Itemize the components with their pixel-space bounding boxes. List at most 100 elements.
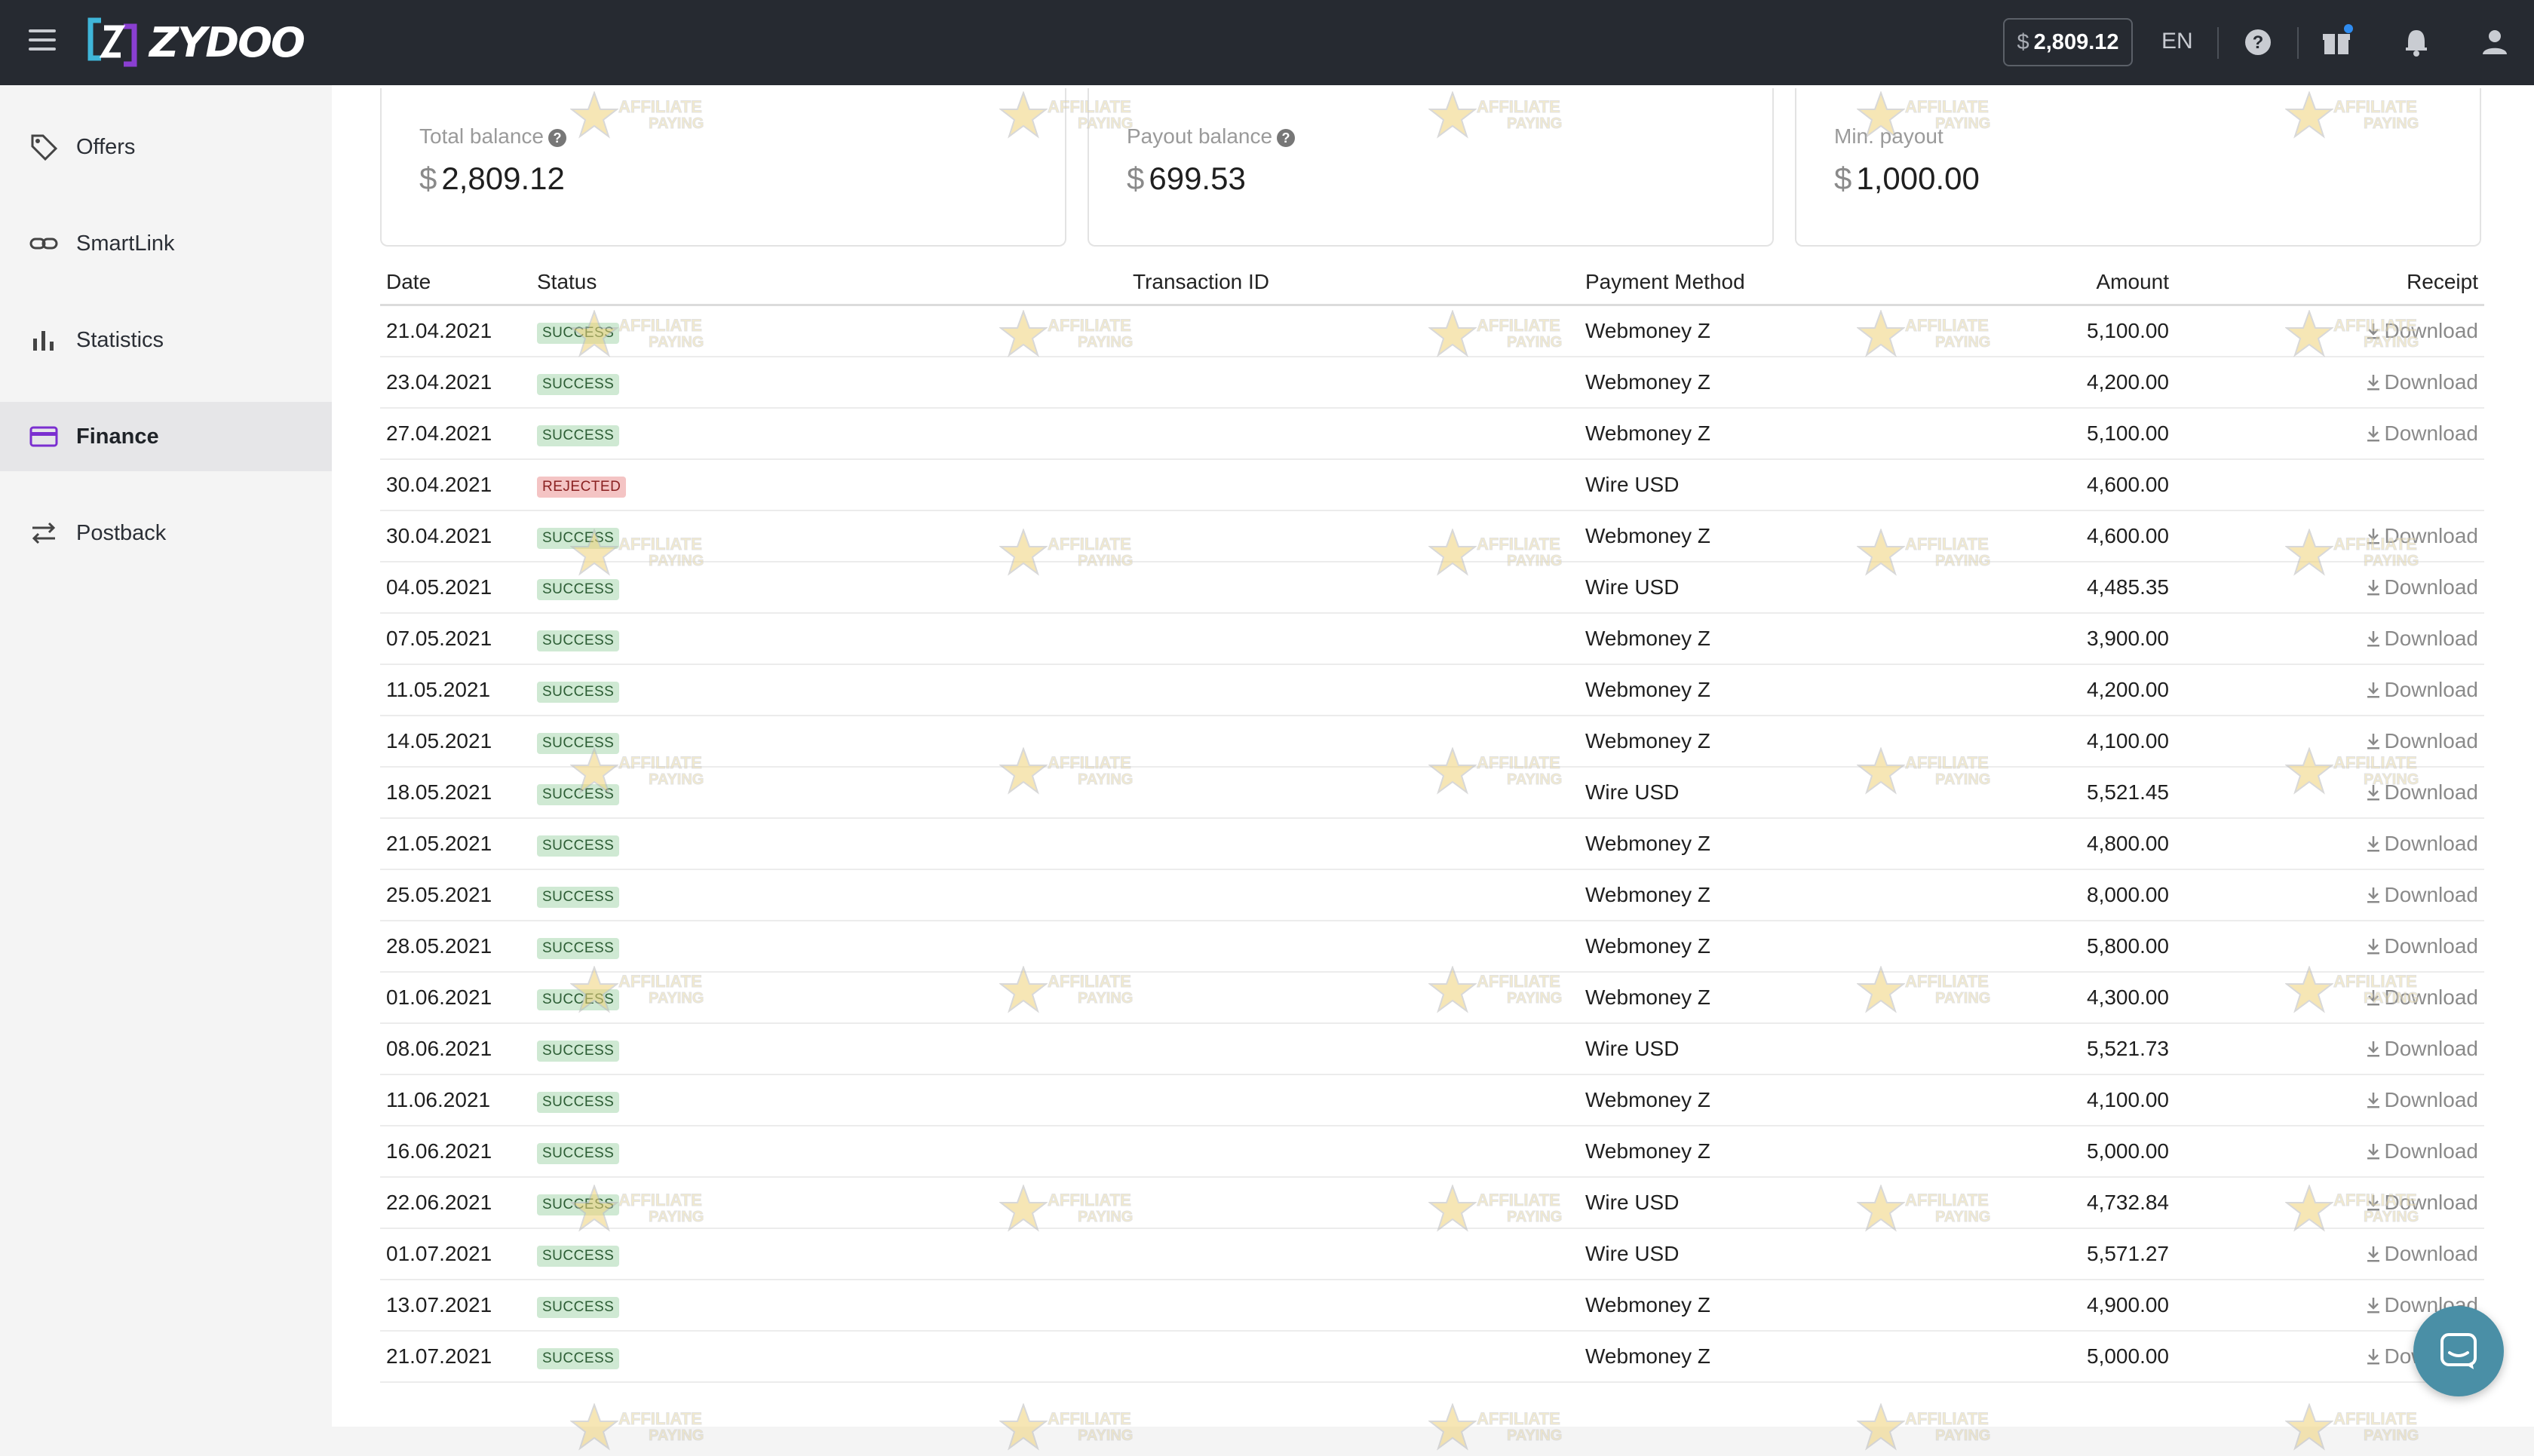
column-header-date[interactable]: Date <box>380 260 531 306</box>
cell-amount: 5,100.00 <box>1956 408 2175 460</box>
sidebar-item-finance[interactable]: Finance <box>0 402 332 471</box>
cell-receipt: Download <box>2175 818 2484 870</box>
header-balance[interactable]: $ 2,809.12 <box>2003 18 2133 66</box>
brand-logo[interactable]: ZYDOO <box>86 15 305 69</box>
column-header-transaction-id[interactable]: Transaction ID <box>1127 260 1579 306</box>
table-row: 23.04.2021 SUCCESS Webmoney Z 4,200.00 Downl… <box>380 357 2484 409</box>
bell-icon[interactable] <box>2398 24 2434 60</box>
table-row: 11.06.2021 SUCCESS Webmoney Z 4,100.00 Downl… <box>380 1074 2484 1126</box>
cell-payment-method: Webmoney Z <box>1579 1074 1956 1126</box>
download-label: Download <box>2384 934 2478 958</box>
download-receipt-link[interactable]: Download <box>2366 319 2478 342</box>
sidebar-item-postback[interactable]: Postback <box>0 498 332 568</box>
cell-status: SUCCESS <box>531 357 1127 409</box>
column-header-status[interactable]: Status <box>531 260 1127 306</box>
download-receipt-link[interactable]: Download <box>2366 1037 2478 1060</box>
table-row: 27.04.2021 SUCCESS Webmoney Z 5,100.00 Downl… <box>380 408 2484 460</box>
cell-receipt <box>2175 459 2484 511</box>
download-receipt-link[interactable]: Download <box>2366 883 2478 906</box>
cell-status: SUCCESS <box>531 510 1127 562</box>
table-row: 13.07.2021 SUCCESS Webmoney Z 4,900.00 Downl… <box>380 1280 2484 1332</box>
cell-amount: 3,900.00 <box>1956 613 2175 665</box>
download-receipt-link[interactable]: Download <box>2366 985 2478 1009</box>
cell-date: 07.05.2021 <box>380 613 531 665</box>
status-badge: SUCCESS <box>537 323 620 344</box>
card-label: Payout balance? <box>1127 124 1296 149</box>
language-switch[interactable]: EN <box>2161 29 2193 54</box>
download-icon <box>2367 323 2380 339</box>
sidebar-item-offers[interactable]: Offers <box>0 112 332 182</box>
cell-payment-method: Webmoney Z <box>1579 1126 1956 1178</box>
download-label: Download <box>2384 1242 2478 1265</box>
cell-date: 11.05.2021 <box>380 664 531 716</box>
cell-payment-method: Webmoney Z <box>1579 408 1956 460</box>
download-receipt-link[interactable]: Download <box>2366 627 2478 650</box>
cell-transaction-id <box>1127 818 1579 870</box>
cell-transaction-id <box>1127 1331 1579 1383</box>
status-badge: SUCCESS <box>537 374 620 395</box>
download-receipt-link[interactable]: Download <box>2366 1088 2478 1111</box>
status-badge: SUCCESS <box>537 1348 620 1369</box>
cell-transaction-id <box>1127 1177 1579 1229</box>
cell-status: SUCCESS <box>531 562 1127 614</box>
download-receipt-link[interactable]: Download <box>2366 575 2478 599</box>
cell-receipt: Download <box>2175 357 2484 409</box>
download-receipt-link[interactable]: Download <box>2366 678 2478 701</box>
download-receipt-link[interactable]: Download <box>2366 524 2478 547</box>
column-header-amount[interactable]: Amount <box>1956 260 2175 306</box>
sidebar-item-label: Finance <box>76 424 159 449</box>
sidebar-item-smartlink[interactable]: SmartLink <box>0 209 332 278</box>
user-icon[interactable] <box>2477 24 2513 60</box>
cell-transaction-id <box>1127 921 1579 973</box>
menu-icon[interactable] <box>29 29 56 52</box>
payout-balance-card: Payout balance? $699.53 <box>1088 88 1774 247</box>
cell-status: SUCCESS <box>531 305 1127 357</box>
download-receipt-link[interactable]: Download <box>2366 1242 2478 1265</box>
gift-icon[interactable] <box>2318 24 2355 60</box>
cell-receipt: Download <box>2175 716 2484 768</box>
download-receipt-link[interactable]: Download <box>2366 934 2478 958</box>
cell-status: SUCCESS <box>531 1126 1127 1178</box>
cell-amount: 5,000.00 <box>1956 1331 2175 1383</box>
download-receipt-link[interactable]: Download <box>2366 370 2478 394</box>
cell-amount: 4,100.00 <box>1956 1074 2175 1126</box>
cell-payment-method: Webmoney Z <box>1579 972 1956 1024</box>
table-row: 25.05.2021 SUCCESS Webmoney Z 8,000.00 Downl… <box>380 869 2484 921</box>
download-label: Download <box>2384 575 2478 599</box>
cell-amount: 4,100.00 <box>1956 716 2175 768</box>
cell-receipt: Download <box>2175 510 2484 562</box>
cell-date: 30.04.2021 <box>380 459 531 511</box>
download-label: Download <box>2384 729 2478 753</box>
table-row: 18.05.2021 SUCCESS Wire USD 5,521.45 Downloa… <box>380 767 2484 819</box>
chat-launcher-button[interactable] <box>2413 1306 2504 1396</box>
help-icon[interactable]: ? <box>2240 24 2276 60</box>
cell-transaction-id <box>1127 972 1579 1024</box>
help-icon[interactable]: ? <box>548 128 567 147</box>
download-icon <box>2367 426 2380 442</box>
sidebar-item-statistics[interactable]: Statistics <box>0 305 332 375</box>
min-payout-card: Min. payout $1,000.00 <box>1795 88 2481 247</box>
table-body: 21.04.2021 SUCCESS Webmoney Z 5,100.00 Downl… <box>380 305 2484 1383</box>
watermark-logo: AFFILIATE PAYING <box>1857 1403 2008 1456</box>
cell-payment-method: Webmoney Z <box>1579 510 1956 562</box>
download-receipt-link[interactable]: Download <box>2366 1139 2478 1163</box>
download-receipt-link[interactable]: Download <box>2366 1191 2478 1214</box>
total-balance-card: Total balance? $2,809.12 <box>380 88 1066 247</box>
cell-payment-method: Wire USD <box>1579 1228 1956 1280</box>
download-receipt-link[interactable]: Download <box>2366 421 2478 445</box>
finance-content: Total balance? $2,809.12 Payout balance?… <box>332 85 2534 1451</box>
top-bar: ZYDOO $ 2,809.12 EN ? <box>0 0 2534 85</box>
table-row: 07.05.2021 SUCCESS Webmoney Z 3,900.00 Downl… <box>380 613 2484 665</box>
table-row: 30.04.2021 SUCCESS Webmoney Z 4,600.00 Downl… <box>380 510 2484 562</box>
download-label: Download <box>2384 1088 2478 1111</box>
cell-date: 14.05.2021 <box>380 716 531 768</box>
help-icon[interactable]: ? <box>1277 128 1296 147</box>
download-label: Download <box>2384 832 2478 855</box>
download-receipt-link[interactable]: Download <box>2366 729 2478 753</box>
cell-date: 21.07.2021 <box>380 1331 531 1383</box>
cell-date: 21.05.2021 <box>380 818 531 870</box>
table-row: 11.05.2021 SUCCESS Webmoney Z 4,200.00 Downl… <box>380 664 2484 716</box>
column-header-payment-method[interactable]: Payment Method <box>1579 260 1956 306</box>
download-receipt-link[interactable]: Download <box>2366 780 2478 804</box>
download-receipt-link[interactable]: Download <box>2366 832 2478 855</box>
